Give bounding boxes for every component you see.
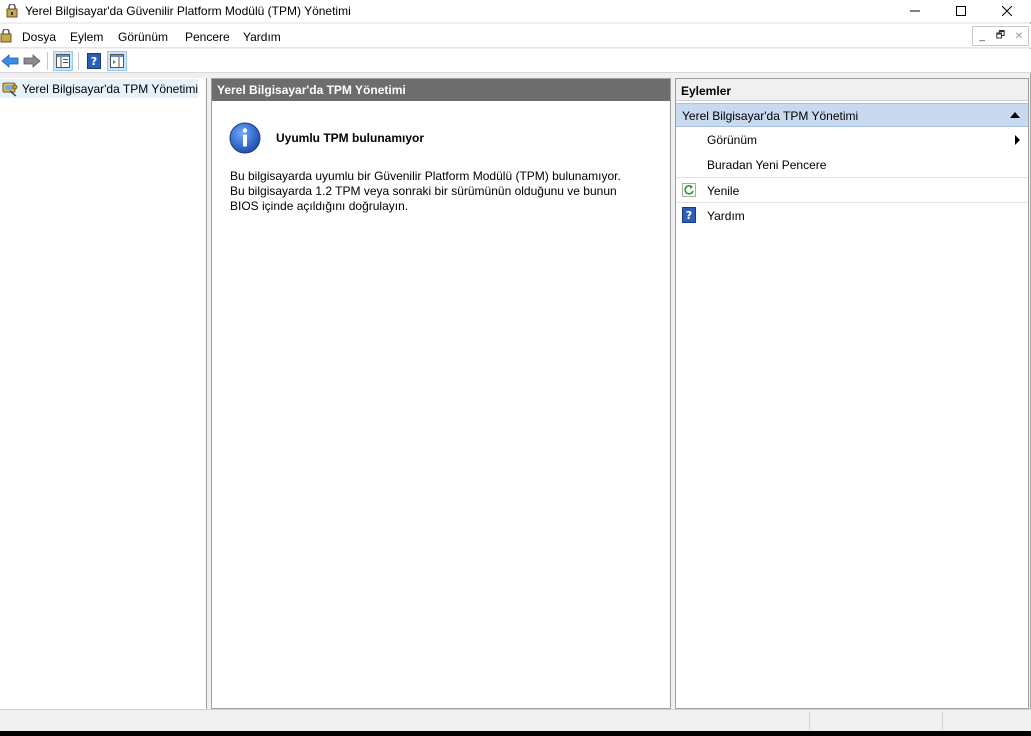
info-line: BIOS içinde açıldığını doğrulayın. [230, 199, 409, 213]
collapse-arrow-icon[interactable] [1010, 112, 1020, 118]
forward-button[interactable] [22, 51, 42, 71]
svg-text:?: ? [91, 55, 97, 68]
action-new-window[interactable]: Buradan Yeni Pencere [676, 152, 1028, 177]
status-segment [809, 712, 810, 730]
menu-bar: Dosya Eylem Görünüm Pencere Yardım _ 🗗 ✕ [0, 24, 1031, 48]
mmc-window: Yerel Bilgisayar'da Güvenilir Platform M… [0, 0, 1031, 731]
close-button[interactable] [984, 0, 1030, 22]
help-icon: ? [682, 207, 696, 223]
info-message: Bu bilgisayarda uyumlu bir Güvenilir Pla… [230, 169, 650, 214]
back-arrow-icon [1, 54, 19, 68]
maximize-icon [956, 6, 966, 16]
menu-gorunum[interactable]: Görünüm [118, 30, 168, 44]
toolbar: ? [0, 49, 1031, 73]
minimize-icon [910, 10, 920, 12]
action-label: Görünüm [707, 133, 758, 147]
action-gorunum[interactable]: Görünüm [676, 127, 1028, 152]
actions-header: Eylemler [676, 79, 1028, 101]
maximize-button[interactable] [938, 0, 984, 22]
menu-eylem[interactable]: Eylem [70, 30, 103, 44]
action-label: Buradan Yeni Pencere [707, 158, 827, 172]
action-label: Yardım [707, 209, 745, 223]
show-hide-tree-button[interactable] [53, 51, 73, 71]
mdi-restore-icon[interactable]: 🗗 [991, 27, 1009, 45]
info-icon [229, 122, 261, 154]
actions-pane: Eylemler Yerel Bilgisayar'da TPM Yönetim… [675, 78, 1029, 709]
menu-dosya[interactable]: Dosya [22, 30, 56, 44]
info-line: Bu bilgisayarda 1.2 TPM veya sonraki bir… [230, 184, 617, 198]
action-help[interactable]: ? Yardım [676, 202, 1028, 227]
actions-section-label: Yerel Bilgisayar'da TPM Yönetimi [682, 109, 859, 123]
menu-yardim[interactable]: Yardım [243, 30, 281, 44]
title-bar: Yerel Bilgisayar'da Güvenilir Platform M… [0, 0, 1031, 22]
window-title: Yerel Bilgisayar'da Güvenilir Platform M… [25, 4, 351, 18]
toolbar-separator [78, 52, 79, 70]
result-pane-header: Yerel Bilgisayar'da TPM Yönetimi [212, 79, 670, 101]
back-button[interactable] [0, 51, 20, 71]
tpm-mdi-icon[interactable] [0, 29, 12, 43]
close-icon [1002, 6, 1012, 16]
toolbar-separator [47, 52, 48, 70]
status-segment [942, 712, 943, 730]
action-label: Yenile [707, 184, 740, 198]
action-refresh[interactable]: Yenile [676, 177, 1028, 202]
console-tree-pane: Yerel Bilgisayar'da TPM Yönetimi [0, 78, 207, 709]
forward-arrow-icon [23, 54, 41, 68]
svg-text:?: ? [686, 209, 692, 222]
result-pane: Yerel Bilgisayar'da TPM Yönetimi Uyumlu … [211, 78, 671, 709]
tree-item-tpm-management[interactable]: Yerel Bilgisayar'da TPM Yönetimi [0, 79, 198, 98]
tpm-snapin-icon [2, 82, 18, 97]
show-hide-action-pane-button[interactable] [107, 51, 127, 71]
console-tree-icon [56, 54, 70, 68]
tpm-app-icon [6, 4, 18, 18]
mdi-controls: _ 🗗 ✕ [972, 26, 1029, 46]
mdi-minimize-icon[interactable]: _ [973, 27, 991, 45]
info-line: Bu bilgisayarda uyumlu bir Güvenilir Pla… [230, 169, 621, 183]
minimize-button[interactable] [892, 0, 938, 22]
submenu-arrow-icon [1015, 135, 1020, 145]
mdi-close-icon[interactable]: ✕ [1010, 27, 1028, 45]
refresh-icon [682, 183, 696, 197]
status-bar [0, 709, 1031, 731]
actions-section-tpm[interactable]: Yerel Bilgisayar'da TPM Yönetimi [676, 103, 1028, 127]
info-title: Uyumlu TPM bulunamıyor [276, 131, 425, 145]
tree-item-label: Yerel Bilgisayar'da TPM Yönetimi [21, 81, 198, 96]
help-button[interactable]: ? [84, 51, 104, 71]
help-icon: ? [87, 53, 101, 69]
menu-pencere[interactable]: Pencere [185, 30, 230, 44]
action-pane-icon [110, 54, 124, 68]
